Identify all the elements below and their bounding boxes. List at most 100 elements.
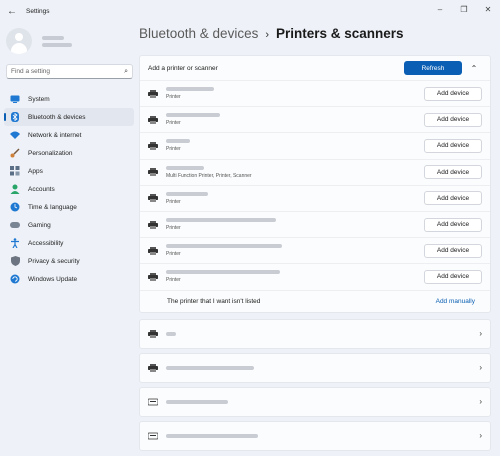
redacted-user-info	[42, 33, 72, 50]
printer-type: Printer	[166, 225, 181, 232]
apps-icon	[10, 166, 20, 176]
printer-type: Printer	[166, 277, 181, 284]
sidebar-nav: System Bluetooth & devices Network & int…	[4, 90, 134, 288]
search-icon[interactable]: ⌕	[124, 68, 128, 76]
avatar	[6, 28, 32, 54]
sidebar-item-label: Time & language	[28, 203, 77, 211]
printer-type: Printer	[166, 198, 181, 205]
chevron-right-icon[interactable]: ›	[479, 397, 482, 406]
add-manually-link[interactable]: Add manually	[436, 298, 475, 305]
redacted-printer-name	[166, 270, 280, 275]
fax-device-icon	[148, 432, 158, 439]
sidebar-item-accounts[interactable]: Accounts	[4, 180, 134, 198]
installed-device-card[interactable]: ›	[139, 420, 491, 451]
user-profile[interactable]	[6, 28, 72, 54]
installed-device-card[interactable]: ›	[139, 386, 491, 417]
add-printer-header[interactable]: Add a printer or scanner Refresh ⌃	[140, 56, 490, 80]
sidebar-item-label: Accounts	[28, 185, 55, 193]
printer-row: Printer Add device	[140, 210, 490, 238]
add-device-button[interactable]: Add device	[424, 138, 482, 153]
printer-row: Multi Function Printer, Printer, Scanner…	[140, 158, 490, 185]
printer-row: Printer Add device	[140, 106, 490, 133]
breadcrumb: Bluetooth & devices › Printers & scanner…	[139, 26, 404, 41]
back-arrow-icon[interactable]: ←	[4, 3, 20, 19]
printer-row: Printer Add device	[140, 263, 490, 290]
redacted-device-name	[166, 433, 258, 438]
wifi-icon	[10, 130, 20, 140]
redacted-printer-name	[166, 165, 204, 170]
minimize-icon[interactable]: –	[428, 0, 452, 18]
add-device-button[interactable]: Add device	[424, 191, 482, 206]
printer-icon	[148, 168, 158, 177]
gamepad-icon	[10, 220, 20, 230]
printer-row: Printer Add device	[140, 237, 490, 264]
printer-icon	[148, 89, 158, 98]
printer-icon	[148, 329, 158, 338]
add-device-button[interactable]: Add device	[424, 112, 482, 127]
chevron-up-icon[interactable]: ⌃	[466, 64, 482, 73]
refresh-button[interactable]: Refresh	[404, 61, 462, 75]
add-device-button[interactable]: Add device	[424, 269, 482, 284]
printer-row: Printer Add device	[140, 132, 490, 159]
sidebar-item-time-language[interactable]: Time & language	[4, 198, 134, 216]
printer-icon	[148, 246, 158, 255]
chevron-right-icon[interactable]: ›	[479, 431, 482, 440]
bluetooth-icon	[10, 112, 20, 122]
close-icon[interactable]: ✕	[476, 0, 500, 18]
sidebar-item-label: Windows Update	[28, 275, 78, 283]
sidebar-item-system[interactable]: System	[4, 90, 134, 108]
add-device-button[interactable]: Add device	[424, 243, 482, 258]
breadcrumb-parent[interactable]: Bluetooth & devices	[139, 26, 258, 41]
printer-not-listed-row: The printer that I want isn't listed Add…	[140, 289, 490, 312]
redacted-printer-name	[166, 87, 214, 92]
printer-icon	[148, 194, 158, 203]
add-printer-card: Add a printer or scanner Refresh ⌃ Print…	[139, 55, 491, 313]
sidebar-item-bluetooth-devices[interactable]: Bluetooth & devices	[4, 108, 134, 126]
sidebar-item-accessibility[interactable]: Accessibility	[4, 234, 134, 252]
system-icon	[10, 94, 20, 104]
installed-printer-card[interactable]: ›	[139, 318, 491, 349]
app-title: Settings	[26, 7, 50, 15]
printer-icon	[148, 141, 158, 150]
installed-printer-card[interactable]: ›	[139, 352, 491, 383]
sidebar-item-gaming[interactable]: Gaming	[4, 216, 134, 234]
main-content: Add a printer or scanner Refresh ⌃ Print…	[139, 55, 491, 453]
printer-icon	[148, 272, 158, 281]
sidebar-item-label: Gaming	[28, 221, 51, 229]
redacted-device-name	[166, 331, 176, 336]
not-listed-text: The printer that I want isn't listed	[167, 297, 261, 305]
sidebar-item-windows-update[interactable]: Windows Update	[4, 270, 134, 288]
sidebar-item-label: System	[28, 95, 50, 103]
search-input[interactable]	[11, 68, 125, 75]
sidebar-item-label: Bluetooth & devices	[28, 113, 86, 121]
chevron-right-icon[interactable]: ›	[479, 329, 482, 338]
globe-clock-icon	[10, 202, 20, 212]
sidebar-item-label: Accessibility	[28, 239, 64, 247]
chevron-right-icon: ›	[265, 29, 269, 41]
sidebar-item-personalization[interactable]: Personalization	[4, 144, 134, 162]
redacted-printer-name	[166, 244, 282, 249]
search-box[interactable]: ⌕	[6, 64, 133, 79]
add-device-button[interactable]: Add device	[424, 165, 482, 180]
title-bar: ← Settings – ❐ ✕	[0, 0, 500, 22]
redacted-printer-name	[166, 218, 276, 223]
accessibility-icon	[10, 238, 20, 248]
printer-type: Printer	[166, 120, 181, 127]
sidebar-item-privacy-security[interactable]: Privacy & security	[4, 252, 134, 270]
printer-type: Printer	[166, 146, 181, 153]
redacted-printer-name	[166, 113, 220, 118]
sidebar-item-apps[interactable]: Apps	[4, 162, 134, 180]
page-title: Printers & scanners	[276, 26, 404, 41]
chevron-right-icon[interactable]: ›	[479, 363, 482, 372]
printer-type: Multi Function Printer, Printer, Scanner	[166, 172, 252, 179]
printer-row: Printer Add device	[140, 184, 490, 211]
sidebar-item-label: Personalization	[28, 149, 73, 157]
add-device-button[interactable]: Add device	[424, 86, 482, 101]
update-icon	[10, 274, 20, 284]
redacted-printer-name	[166, 139, 190, 144]
sidebar-item-label: Privacy & security	[28, 257, 80, 265]
redacted-printer-name	[166, 191, 208, 196]
sidebar-item-network[interactable]: Network & internet	[4, 126, 134, 144]
add-device-button[interactable]: Add device	[424, 217, 482, 232]
maximize-icon[interactable]: ❐	[452, 0, 476, 18]
